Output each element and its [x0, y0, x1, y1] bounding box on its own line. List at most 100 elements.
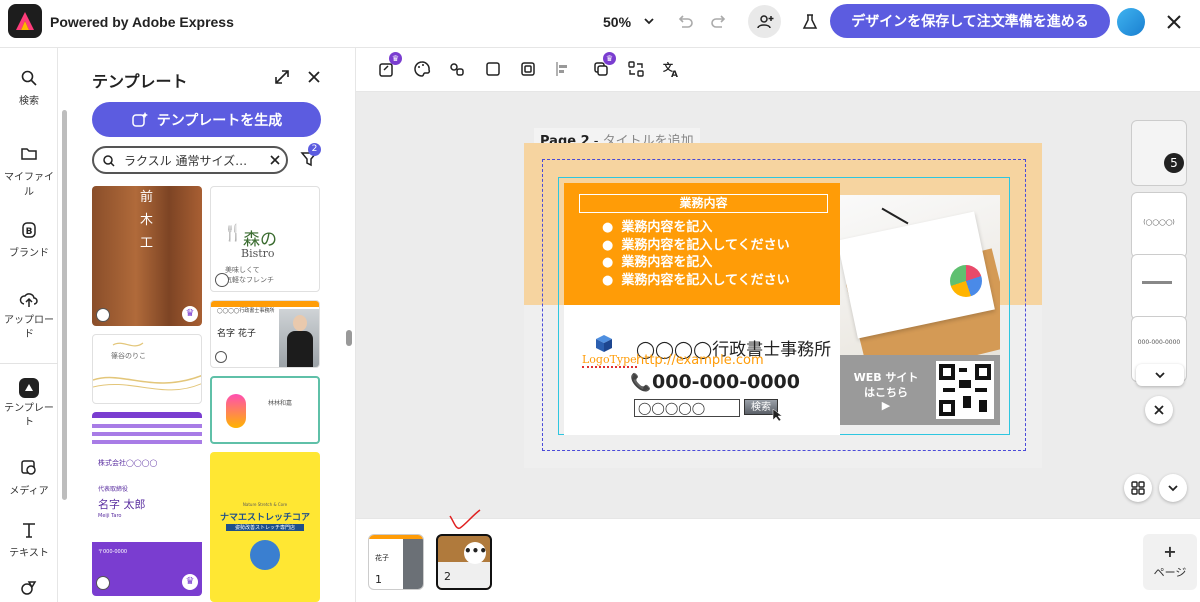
red-annotation-mark — [449, 509, 481, 530]
template-tile-gold[interactable]: 篠谷のりこ — [92, 334, 202, 404]
logo-text[interactable]: LogoType — [582, 353, 637, 368]
template-tile-ribbon[interactable]: 林林和嘉 — [210, 376, 320, 444]
more-options-icon[interactable]: ••• — [464, 542, 487, 564]
bullet-item: ● 業務内容を記入 — [602, 255, 713, 270]
rail-item-text[interactable]: テキスト — [0, 520, 58, 559]
frame-icon[interactable] — [517, 58, 539, 80]
thumb-text: (◯◯◯◯) — [1143, 219, 1175, 226]
person-photo — [279, 309, 319, 367]
cursor-icon — [772, 407, 784, 422]
replace-icon[interactable] — [625, 58, 647, 80]
object-toolbar: ♛ ♛ 文A — [356, 48, 1200, 92]
rail-item-search[interactable]: 検索 — [0, 68, 58, 107]
template-search-input[interactable]: ラクスル 通常サイズ… — [92, 146, 288, 174]
redo-icon[interactable] — [708, 11, 730, 33]
card-photo[interactable] — [840, 195, 1000, 355]
tile-text: 代表取締役 — [98, 486, 129, 493]
search-value: ラクスル 通常サイズ… — [124, 153, 248, 168]
preview-thumb-3[interactable] — [1131, 254, 1187, 320]
palette-icon[interactable] — [411, 58, 433, 80]
beaker-icon[interactable] — [799, 11, 821, 33]
rail-item-myfiles[interactable]: マイファイル — [0, 144, 58, 198]
card-search-field[interactable]: ◯◯◯◯◯ — [634, 399, 740, 417]
tile-text: 木 — [140, 213, 154, 228]
tile-text: 姿勢改善ストレッチ専門店 — [226, 524, 304, 531]
template-tile-stretch[interactable]: Nature Stretch & Core ナマエストレッチコア 姿勢改善ストレ… — [210, 452, 320, 602]
upload-icon — [19, 293, 38, 307]
page-thumb-2-selected[interactable]: ••• 2 — [436, 534, 492, 590]
cube-logo-icon[interactable] — [594, 333, 614, 353]
close-icon[interactable] — [1163, 11, 1185, 33]
business-card-canvas[interactable]: 業務内容 ● 業務内容を記入 ● 業務内容を記入してください ● 業務内容を記入 ● 業… — [524, 143, 1042, 468]
adobe-express-logo[interactable] — [8, 4, 42, 38]
rail-divider — [0, 363, 58, 364]
copy-icon — [96, 576, 110, 590]
folder-icon — [21, 148, 37, 160]
tile-text: 林林和嘉 — [268, 400, 293, 407]
align-icon[interactable] — [552, 58, 574, 80]
rail-item-shapes[interactable] — [0, 578, 58, 602]
thumb-count-badge: 5 — [1164, 153, 1184, 173]
sparkle-icon — [131, 111, 148, 127]
template-panel: テンプレート テンプレートを生成 ラクスル 通常サイズ… 2 前 木 工 ♛ 🍴… — [58, 48, 356, 602]
translate-icon[interactable]: 文A — [660, 58, 682, 80]
tile-text: 美味しくて 気軽なフレンチ — [225, 266, 274, 284]
page-number: 2 — [444, 570, 451, 583]
collapse-pages-icon[interactable] — [1159, 474, 1187, 502]
chevron-down-icon[interactable] — [641, 13, 657, 29]
fork-knife-icon: 🍴 — [223, 223, 243, 242]
rail-item-templates[interactable]: テンプレート — [0, 378, 58, 430]
search-icon — [21, 70, 37, 86]
shapes-link-icon[interactable] — [446, 58, 468, 80]
save-and-order-button[interactable]: デザインを保存して注文準備を進める — [830, 4, 1110, 38]
text-icon — [23, 523, 35, 538]
close-panel-icon[interactable] — [303, 66, 325, 88]
scroll-down-icon[interactable] — [1136, 364, 1184, 386]
rail-item-brand[interactable]: B ブランド — [0, 220, 58, 259]
avatar[interactable] — [1117, 8, 1145, 36]
template-tile-bistro[interactable]: 🍴 森の Bistro 美味しくて 気軽なフレンチ — [210, 186, 320, 292]
rail-item-upload[interactable]: アップロード — [0, 290, 58, 342]
services-header-box[interactable]: 業務内容 — [579, 194, 828, 213]
crown-icon: ♛ — [603, 52, 616, 65]
tile-text: 工 — [140, 236, 154, 251]
rail-label: アップロード — [4, 315, 54, 340]
panel-scrollbar-left[interactable] — [62, 110, 67, 500]
close-previews-icon[interactable] — [1145, 396, 1173, 424]
add-page-button[interactable]: + ページ — [1143, 534, 1197, 590]
preview-thumb-2[interactable]: (◯◯◯◯) — [1131, 192, 1187, 258]
svg-text:B: B — [26, 227, 33, 237]
clear-icon[interactable] — [270, 155, 280, 165]
tile-text: Nature Stretch & Core — [242, 502, 288, 507]
web-link-arrow: ▶ — [881, 399, 891, 412]
copy-icon — [96, 308, 110, 322]
page-thumb-1[interactable]: 花子 1 — [368, 534, 424, 590]
panel-scrollbar-right[interactable] — [346, 330, 352, 346]
rail-item-media[interactable]: メディア — [0, 458, 58, 497]
grid-view-icon[interactable] — [1124, 474, 1152, 502]
invite-user-icon[interactable] — [748, 5, 781, 38]
template-tile-wood[interactable]: 前 木 工 ♛ — [92, 186, 202, 326]
square-icon[interactable] — [482, 58, 504, 80]
website-url[interactable]: http://example.com — [636, 353, 764, 368]
template-icon — [19, 378, 39, 398]
tile-text: Bistro — [241, 247, 275, 260]
template-tile-card-photo[interactable]: ◯◯◯◯行政書士事務所 名字 花子 — [210, 300, 320, 368]
copy-icon — [215, 273, 229, 287]
tile-text: ナマエストレッチコア — [219, 513, 310, 523]
shapes-icon — [21, 581, 37, 595]
template-tile-purple[interactable]: 株式会社◯◯◯◯ 代表取締役 名字 太郎 Meiji Taro 〒000-000… — [92, 412, 202, 596]
preview-thumb-1[interactable]: 5 — [1131, 120, 1187, 186]
generate-template-button[interactable]: テンプレートを生成 — [92, 102, 321, 137]
thumb-text: 000-000-0000 — [1137, 339, 1181, 346]
services-list[interactable]: ● 業務内容を記入 ● 業務内容を記入してください ● 業務内容を記入 ● 業務内容を記… — [602, 219, 790, 289]
qr-code — [936, 361, 994, 419]
zoom-level[interactable]: 50% — [603, 14, 631, 30]
undo-icon[interactable] — [674, 11, 696, 33]
pie-graphic — [950, 265, 982, 297]
generate-template-label: テンプレートを生成 — [156, 112, 283, 129]
phone-number[interactable]: 000-000-0000 — [652, 371, 800, 393]
tile-text: Meiji Taro — [98, 513, 122, 519]
web-link-box[interactable]: WEB サイト はこちら ▶ — [840, 355, 1000, 425]
expand-icon[interactable] — [271, 66, 293, 88]
